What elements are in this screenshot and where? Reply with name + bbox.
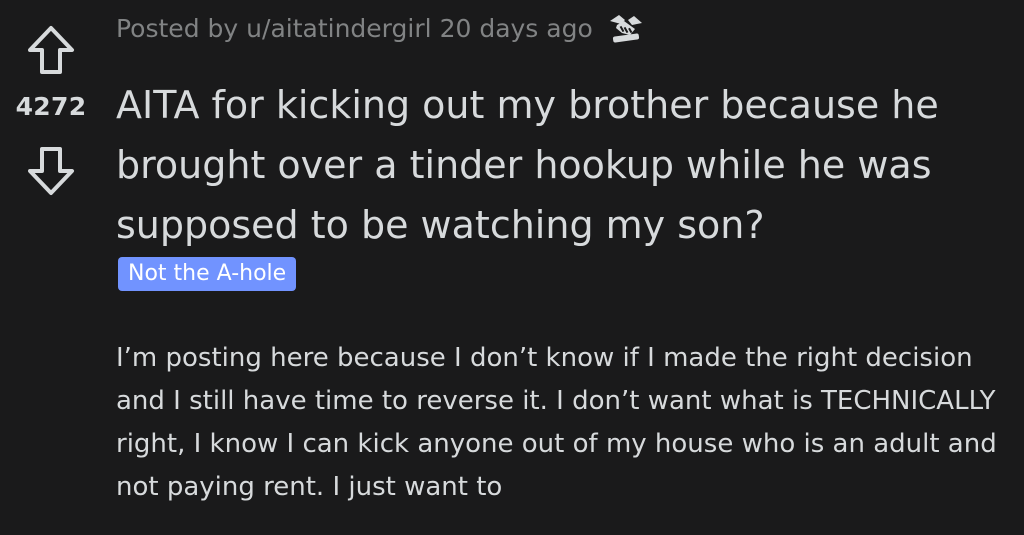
vote-score: 4272 [15, 92, 87, 121]
reddit-post: 4272 Posted by u/aitatindergirl 20 days … [0, 0, 1024, 535]
post-meta: Posted by u/aitatindergirl 20 days ago [116, 11, 645, 45]
post-flair[interactable]: Not the A-hole [118, 257, 297, 291]
upvote-icon[interactable] [26, 24, 76, 76]
post-title[interactable]: AITA for kicking out my brother because … [116, 75, 1016, 255]
author-link[interactable]: u/aitatindergirl [246, 14, 431, 43]
post-body: I’m posting here because I don’t know if… [116, 343, 997, 502]
post-timestamp[interactable]: 20 days ago [440, 14, 593, 43]
downvote-icon[interactable] [26, 145, 76, 197]
posted-by-label: Posted by [116, 13, 239, 43]
handshake-award-icon[interactable] [607, 11, 645, 45]
vote-column: 4272 [0, 0, 100, 535]
